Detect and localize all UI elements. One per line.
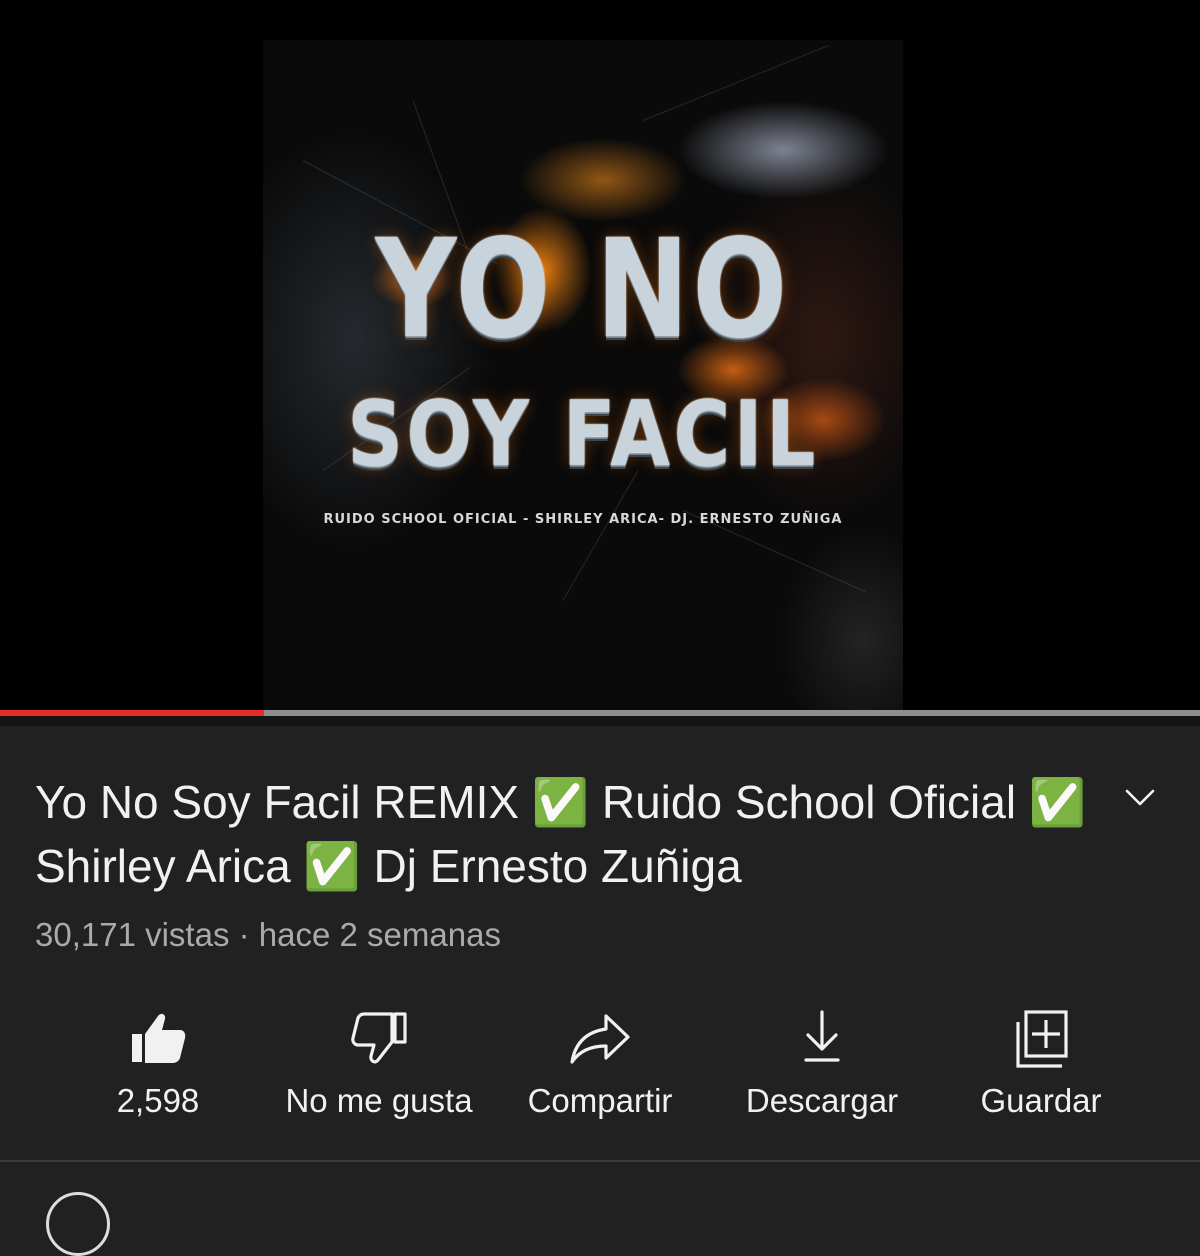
section-divider (0, 1160, 1200, 1162)
artwork-title-line1: YO NO (375, 211, 791, 369)
video-thumbnail-artwork: YO NO SOY FACIL RUIDO SCHOOL OFICIAL - S… (263, 40, 903, 710)
artwork-credits: RUIDO SCHOOL OFICIAL - SHIRLEY ARICA- DJ… (323, 512, 843, 527)
video-title[interactable]: Yo No Soy Facil REMIX ✅ Ruido School Ofi… (35, 770, 1095, 898)
thumbs-down-icon (351, 1012, 407, 1064)
share-button[interactable]: Compartir (490, 1000, 710, 1130)
expand-description-button[interactable] (1118, 780, 1162, 816)
video-metadata: 30,171 vistas · hace 2 semanas (35, 916, 501, 954)
upload-age: hace 2 semanas (258, 916, 501, 953)
save-to-playlist-icon (1016, 1010, 1068, 1068)
download-button[interactable]: Descargar (712, 1000, 932, 1130)
save-label: Guardar (980, 1082, 1102, 1119)
share-label: Compartir (527, 1082, 673, 1119)
meta-separator: · (229, 916, 259, 953)
channel-avatar[interactable] (46, 1192, 110, 1256)
action-bar: 2,598 No me gusta Compartir Descargar Gu… (0, 1000, 1200, 1130)
like-button[interactable]: 2,598 (48, 1000, 268, 1130)
save-button[interactable]: Guardar (931, 1000, 1151, 1130)
chevron-down-icon (1125, 789, 1155, 806)
artwork-title-line2: SOY FACIL (347, 382, 819, 487)
player-bottom-edge (0, 716, 1200, 726)
dislike-button[interactable]: No me gusta (269, 1000, 489, 1130)
thumbs-up-icon (132, 1013, 186, 1063)
like-count: 2,598 (116, 1082, 200, 1119)
view-count: 30,171 vistas (35, 916, 230, 953)
dislike-label: No me gusta (285, 1082, 473, 1119)
share-icon (570, 1014, 630, 1064)
download-label: Descargar (745, 1082, 899, 1119)
video-player[interactable]: YO NO SOY FACIL RUIDO SCHOOL OFICIAL - S… (0, 0, 1200, 710)
download-icon (804, 1010, 840, 1062)
